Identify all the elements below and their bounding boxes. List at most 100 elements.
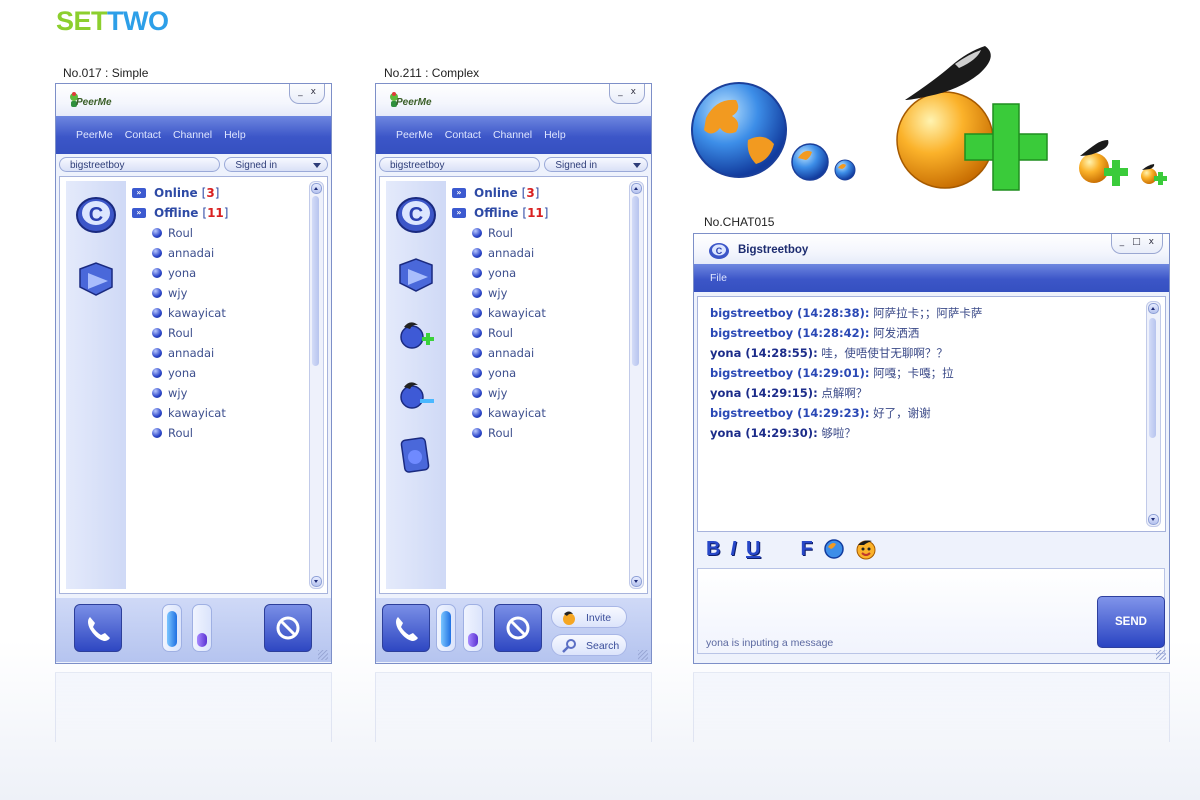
close-button[interactable]: x	[311, 87, 316, 97]
emoticon-icon[interactable]	[855, 538, 877, 560]
group-online[interactable]: » Online [3]	[132, 183, 307, 203]
scroll-thumb[interactable]	[1149, 318, 1156, 438]
send-file-icon[interactable]	[394, 255, 438, 295]
menu-item-peerme[interactable]: PeerMe	[396, 129, 433, 141]
search-button[interactable]: Search	[551, 634, 627, 656]
maximize-button[interactable]: □	[1132, 237, 1141, 247]
contact-item[interactable]: Roul	[452, 223, 627, 243]
contact-list-scrollbar[interactable]	[309, 181, 324, 589]
chat-menu-bar: File	[694, 264, 1169, 292]
scroll-thumb[interactable]	[632, 196, 639, 366]
status-dropdown[interactable]: Signed in	[544, 157, 648, 172]
toggle-audio[interactable]	[162, 604, 182, 652]
menu-item-peerme[interactable]: PeerMe	[76, 129, 113, 141]
contact-item[interactable]: wjy	[452, 283, 627, 303]
minimize-button[interactable]: _	[1120, 237, 1125, 247]
contact-item[interactable]: Roul	[132, 423, 307, 443]
menu-bar: PeerMe Contact Channel Help	[376, 116, 651, 154]
contact-item[interactable]: kawayicat	[132, 303, 307, 323]
contact-item[interactable]: yona	[132, 263, 307, 283]
contact-item[interactable]: annadai	[132, 243, 307, 263]
scroll-down-icon[interactable]	[311, 576, 322, 587]
resize-grip[interactable]	[318, 650, 328, 660]
count-value: 11	[527, 206, 544, 220]
contact-item[interactable]: yona	[452, 263, 627, 283]
scroll-down-icon[interactable]	[1148, 514, 1159, 525]
underline-button[interactable]: U	[746, 538, 760, 561]
chat-title-bar: C Bigstreetboy _ □ x	[694, 234, 1169, 264]
contact-item[interactable]: annadai	[452, 243, 627, 263]
font-button[interactable]: F	[800, 538, 812, 561]
remove-contact-icon[interactable]	[394, 375, 438, 415]
scroll-up-icon[interactable]	[311, 183, 322, 194]
block-button[interactable]	[494, 604, 542, 652]
toggle-audio[interactable]	[436, 604, 456, 652]
menu-item-help[interactable]: Help	[224, 129, 246, 141]
block-button[interactable]	[264, 604, 312, 652]
add-contact-icon[interactable]	[394, 315, 438, 355]
username-field[interactable]: bigstreetboy	[379, 157, 541, 172]
minimize-button[interactable]: _	[618, 87, 623, 97]
toggle-video[interactable]	[192, 604, 212, 652]
toggle-video[interactable]	[463, 604, 483, 652]
chat-logo-icon[interactable]: C	[74, 195, 118, 235]
contact-item[interactable]: annadai	[452, 343, 627, 363]
status-dropdown[interactable]: Signed in	[224, 157, 328, 172]
contact-item[interactable]: yona	[452, 363, 627, 383]
scroll-up-icon[interactable]	[1148, 303, 1159, 314]
status-dot-icon	[152, 368, 162, 378]
chat-message: bigstreetboy (14:29:23): 好了，谢谢	[710, 405, 1141, 425]
minimize-button[interactable]: _	[298, 87, 303, 97]
contact-card-icon[interactable]	[394, 435, 438, 475]
scroll-down-icon[interactable]	[631, 576, 642, 587]
message-scrollbar[interactable]	[1146, 301, 1161, 527]
invite-button[interactable]: Invite	[551, 606, 627, 628]
contact-name: wjy	[168, 286, 188, 300]
close-button[interactable]: x	[1149, 237, 1154, 247]
contact-item[interactable]: kawayicat	[452, 403, 627, 423]
menu-item-contact[interactable]: Contact	[125, 129, 161, 141]
menu-item-channel[interactable]: Channel	[173, 129, 212, 141]
send-file-icon[interactable]	[74, 259, 118, 299]
contact-item[interactable]: wjy	[132, 283, 307, 303]
resize-grip[interactable]	[1156, 650, 1166, 660]
group-label: Online	[474, 186, 518, 200]
contact-item[interactable]: Roul	[452, 423, 627, 443]
username-field[interactable]: bigstreetboy	[59, 157, 221, 172]
contact-item[interactable]: annadai	[132, 343, 307, 363]
scroll-up-icon[interactable]	[631, 183, 642, 194]
group-count: [11]	[202, 206, 228, 220]
contact-list-scrollbar[interactable]	[629, 181, 644, 589]
resize-grip[interactable]	[638, 650, 648, 660]
menu-item-contact[interactable]: Contact	[445, 129, 481, 141]
globe-icon[interactable]	[823, 538, 845, 560]
expand-icon: »	[132, 208, 146, 218]
message-input[interactable]: yona is inputing a message	[697, 568, 1165, 654]
menu-item-channel[interactable]: Channel	[493, 129, 532, 141]
window-simple: PeerMe _ x PeerMe Contact Channel Help b…	[55, 83, 332, 664]
group-offline[interactable]: » Offline [11]	[452, 203, 627, 223]
scroll-thumb[interactable]	[312, 196, 319, 366]
contact-item[interactable]: wjy	[132, 383, 307, 403]
call-button[interactable]	[74, 604, 122, 652]
send-button[interactable]: SEND	[1097, 596, 1165, 648]
contact-item[interactable]: kawayicat	[452, 303, 627, 323]
status-dot-icon	[472, 368, 482, 378]
menu-item-file[interactable]: File	[710, 272, 727, 284]
call-button[interactable]	[382, 604, 430, 652]
user-bar: bigstreetboy Signed in	[379, 157, 648, 173]
bold-button[interactable]: B	[706, 538, 720, 561]
contact-item[interactable]: wjy	[452, 383, 627, 403]
count-value: 3	[526, 186, 535, 200]
group-online[interactable]: » Online [3]	[452, 183, 627, 203]
menu-item-help[interactable]: Help	[544, 129, 566, 141]
contact-item[interactable]: Roul	[132, 323, 307, 343]
contact-item[interactable]: kawayicat	[132, 403, 307, 423]
close-button[interactable]: x	[631, 87, 636, 97]
group-offline[interactable]: » Offline [11]	[132, 203, 307, 223]
contact-item[interactable]: Roul	[452, 323, 627, 343]
contact-item[interactable]: Roul	[132, 223, 307, 243]
contact-item[interactable]: yona	[132, 363, 307, 383]
chat-logo-icon[interactable]: C	[394, 195, 438, 235]
italic-button[interactable]: I	[730, 538, 736, 561]
